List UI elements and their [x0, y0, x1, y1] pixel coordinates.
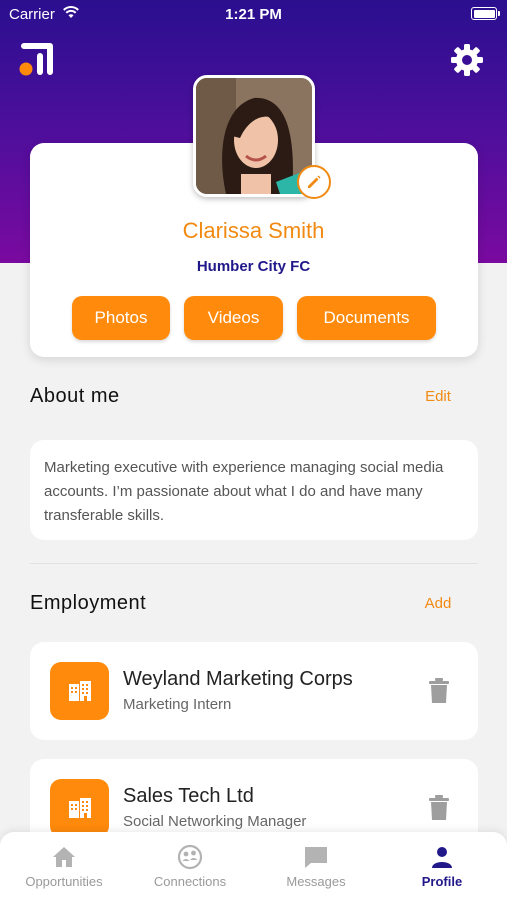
- employment-add-button[interactable]: Add: [410, 595, 466, 612]
- tab-messages[interactable]: Messages: [253, 832, 379, 900]
- employment-item[interactable]: Weyland Marketing Corps Marketing Intern: [30, 642, 478, 740]
- about-text: Marketing executive with experience mana…: [30, 440, 478, 540]
- app-logo[interactable]: [18, 42, 56, 78]
- job-company: Weyland Marketing Corps: [123, 668, 353, 690]
- building-icon: [50, 779, 109, 837]
- tab-connections[interactable]: Connections: [127, 832, 253, 900]
- employment-title: Employment: [30, 592, 147, 614]
- person-icon: [432, 847, 452, 868]
- profile-club: Humber City FC: [196, 258, 311, 275]
- delete-trash-icon[interactable]: [428, 795, 450, 821]
- videos-button[interactable]: Videos: [184, 296, 283, 340]
- about-edit-button[interactable]: Edit: [410, 388, 466, 405]
- tab-bar: Opportunities Connections Messages Profi…: [0, 832, 507, 900]
- battery-icon: [471, 7, 500, 20]
- pencil-icon: [308, 175, 321, 188]
- photos-button[interactable]: Photos: [72, 296, 170, 340]
- message-icon: [305, 847, 327, 868]
- tab-label: Profile: [421, 874, 463, 889]
- tab-profile[interactable]: Profile: [379, 832, 505, 900]
- job-company: Sales Tech Ltd: [123, 785, 254, 807]
- documents-button[interactable]: Documents: [297, 296, 436, 340]
- tab-opportunities[interactable]: Opportunities: [1, 832, 127, 900]
- delete-trash-icon[interactable]: [428, 678, 450, 704]
- about-title: About me: [30, 385, 120, 407]
- tab-label: Messages: [286, 874, 346, 889]
- divider: [30, 563, 478, 564]
- status-bar: Carrier 1:21 PM: [0, 0, 507, 30]
- tab-label: Opportunities: [25, 874, 103, 889]
- job-role: Marketing Intern: [123, 696, 232, 713]
- tab-label: Connections: [153, 874, 227, 889]
- status-time: 1:21 PM: [225, 6, 282, 23]
- building-icon: [50, 662, 109, 720]
- job-role: Social Networking Manager: [123, 813, 307, 830]
- settings-gear-icon[interactable]: [449, 42, 485, 78]
- edit-photo-button[interactable]: [297, 165, 331, 199]
- connections-icon: [177, 844, 203, 870]
- profile-name: Clarissa Smith: [182, 218, 325, 243]
- home-icon: [53, 847, 75, 867]
